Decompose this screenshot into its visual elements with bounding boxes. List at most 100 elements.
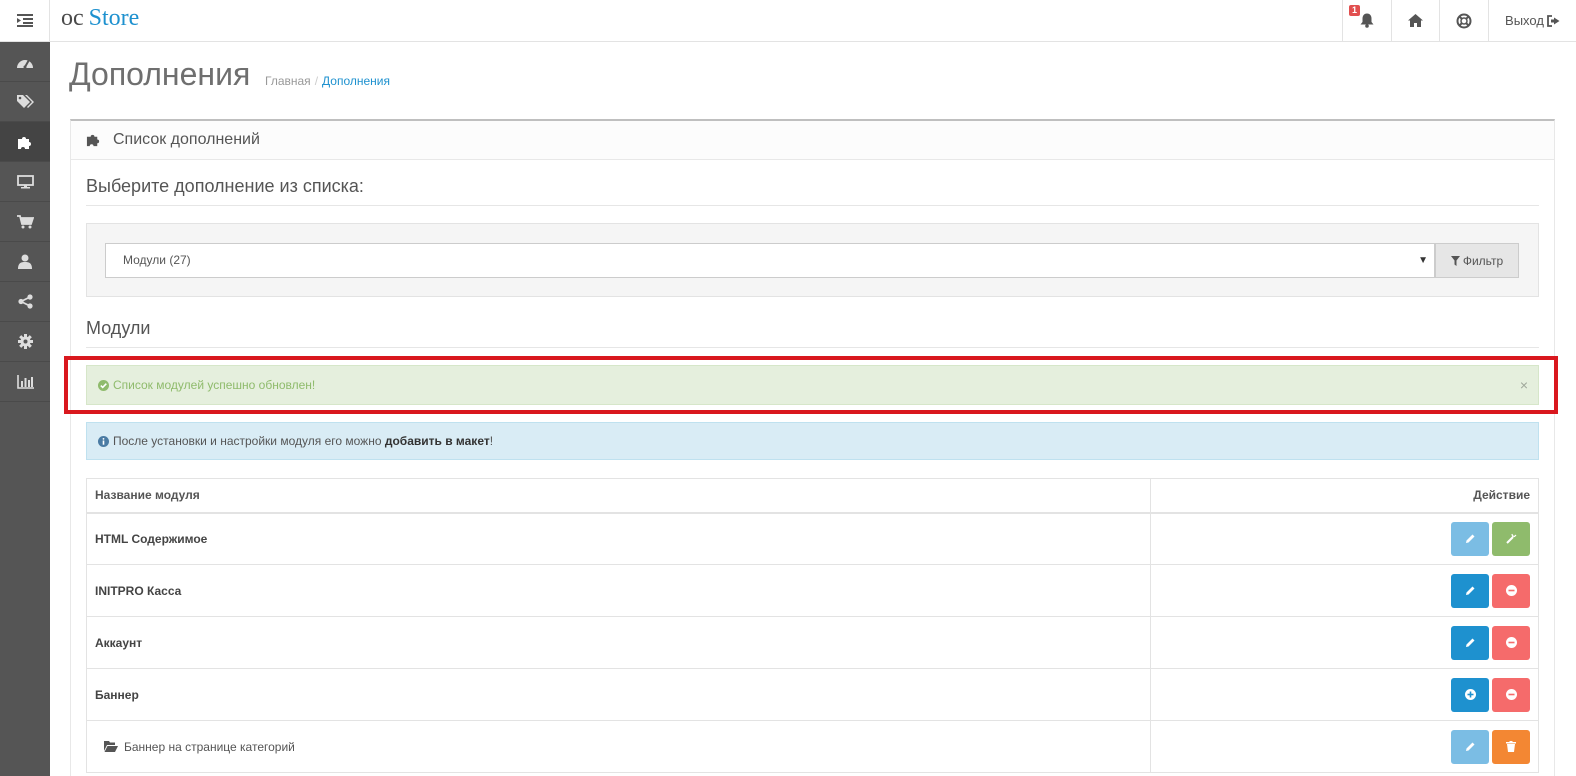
edit-button[interactable] xyxy=(1451,625,1489,660)
cart-icon xyxy=(16,214,34,228)
filter-button-label: Фильтр xyxy=(1462,253,1504,268)
table-row: Баннер на странице категорий xyxy=(86,720,1539,773)
minus-circle-icon xyxy=(1505,637,1517,648)
module-name: INITPRO Касса xyxy=(86,564,1151,617)
breadcrumb-home-link[interactable]: Главная xyxy=(265,74,311,88)
edit-button[interactable] xyxy=(1451,573,1489,608)
puzzle-icon xyxy=(86,134,100,147)
home-icon xyxy=(1408,14,1423,27)
divider xyxy=(86,205,1539,206)
edit-button[interactable] xyxy=(1451,729,1489,764)
minus-circle-icon xyxy=(1505,585,1517,596)
table-row: Баннер xyxy=(86,668,1539,721)
column-header-module-name[interactable]: Название модуля xyxy=(86,478,1151,514)
extension-type-select[interactable]: Модули (27) ▼ xyxy=(105,243,1435,278)
divider xyxy=(86,347,1539,348)
info-alert: После установки и настройки модуля его м… xyxy=(86,422,1539,460)
row-actions xyxy=(1150,616,1539,669)
choose-extension-heading: Выберите дополнение из списка: xyxy=(86,176,364,196)
info-alert-text: После установки и настройки модуля его м… xyxy=(113,434,493,448)
caret-down-icon: ▼ xyxy=(1418,255,1428,266)
row-actions xyxy=(1150,668,1539,721)
bell-icon xyxy=(1360,13,1374,28)
modules-table: Название модуля Действие HTML Содержимое… xyxy=(86,478,1539,773)
tags-icon xyxy=(16,94,34,108)
sidebar-item-marketing[interactable] xyxy=(0,282,50,322)
sidebar-item-reports[interactable] xyxy=(0,362,50,402)
logo-part-oc: oc xyxy=(61,5,84,31)
breadcrumb: Главная / Дополнения xyxy=(265,74,390,88)
help-button[interactable] xyxy=(1439,0,1488,41)
bar-chart-icon xyxy=(16,374,34,389)
plus-circle-icon xyxy=(1464,689,1476,700)
add-module-button[interactable] xyxy=(1451,677,1489,712)
logo[interactable]: oc Store xyxy=(61,4,139,32)
sidebar-item-extensions[interactable] xyxy=(0,122,50,162)
column-header-action: Действие xyxy=(1150,478,1539,514)
module-name: HTML Содержимое xyxy=(86,512,1151,565)
pencil-icon xyxy=(1465,534,1474,544)
pencil-icon xyxy=(1465,638,1474,647)
sidebar xyxy=(0,42,50,776)
info-circle-icon xyxy=(98,435,109,447)
share-icon xyxy=(17,294,33,309)
install-button[interactable] xyxy=(1492,521,1530,556)
sidebar-item-system[interactable] xyxy=(0,322,50,362)
extension-type-select-value: Модули (27) xyxy=(123,253,191,267)
info-text-bold: добавить в макет xyxy=(384,434,490,448)
top-header: oc Store 1 Выход xyxy=(0,0,1576,42)
sidebar-item-design[interactable] xyxy=(0,162,50,202)
sidebar-item-customers[interactable] xyxy=(0,242,50,282)
table-row: INITPRO Касса xyxy=(86,564,1539,617)
lifebuoy-icon xyxy=(1456,13,1472,28)
breadcrumb-extensions-link[interactable]: Дополнения xyxy=(322,74,390,88)
logo-part-store: Store xyxy=(88,5,140,31)
menu-indent-icon xyxy=(16,14,33,27)
puzzle-icon xyxy=(18,136,31,149)
sidebar-item-sales[interactable] xyxy=(0,202,50,242)
filter-icon xyxy=(1450,255,1460,266)
filter-button[interactable]: Фильтр xyxy=(1435,243,1519,278)
delete-button[interactable] xyxy=(1492,729,1530,764)
panel-title: Список дополнений xyxy=(113,131,260,148)
folder-open-icon xyxy=(104,740,118,752)
minus-circle-icon xyxy=(1505,689,1517,700)
logout-button[interactable]: Выход xyxy=(1488,0,1576,41)
row-actions xyxy=(1150,564,1539,617)
sign-out-icon xyxy=(1547,14,1560,27)
sidebar-item-dashboard[interactable] xyxy=(0,42,50,82)
uninstall-button[interactable] xyxy=(1492,573,1530,608)
trash-icon xyxy=(1506,741,1516,752)
info-text-after: ! xyxy=(489,434,494,448)
module-name: Баннер xyxy=(86,668,1151,721)
highlight-annotation xyxy=(64,356,1558,414)
uninstall-button[interactable] xyxy=(1492,677,1530,712)
module-name: Аккаунт xyxy=(86,616,1151,669)
menu-toggle-button[interactable] xyxy=(0,0,50,41)
pencil-icon xyxy=(1465,742,1474,751)
dashboard-icon xyxy=(17,59,33,68)
desktop-icon xyxy=(16,174,34,188)
table-row: HTML Содержимое xyxy=(86,512,1539,565)
module-instance-name: Баннер на странице категорий xyxy=(86,720,1151,773)
page-title: Дополнения xyxy=(69,56,251,92)
row-actions xyxy=(1150,720,1539,773)
breadcrumb-separator: / xyxy=(314,74,319,88)
uninstall-button[interactable] xyxy=(1492,625,1530,660)
info-text-before: После установки и настройки модуля его м… xyxy=(113,434,385,448)
panel-heading: Список дополнений xyxy=(71,121,1554,160)
row-actions xyxy=(1150,512,1539,565)
module-instance-label: Баннер на странице категорий xyxy=(124,739,295,754)
home-button[interactable] xyxy=(1391,0,1439,41)
table-header-row: Название модуля Действие xyxy=(86,478,1539,514)
modules-heading: Модули xyxy=(86,318,151,338)
pencil-icon xyxy=(1465,586,1474,595)
plus-circle-icon xyxy=(1505,534,1516,544)
sidebar-item-catalog[interactable] xyxy=(0,82,50,122)
edit-button[interactable] xyxy=(1451,521,1489,556)
logout-label: Выход xyxy=(1505,13,1544,28)
cog-icon xyxy=(17,334,33,349)
user-icon xyxy=(18,254,32,269)
table-row: Аккаунт xyxy=(86,616,1539,669)
notification-count-badge: 1 xyxy=(1349,5,1361,16)
